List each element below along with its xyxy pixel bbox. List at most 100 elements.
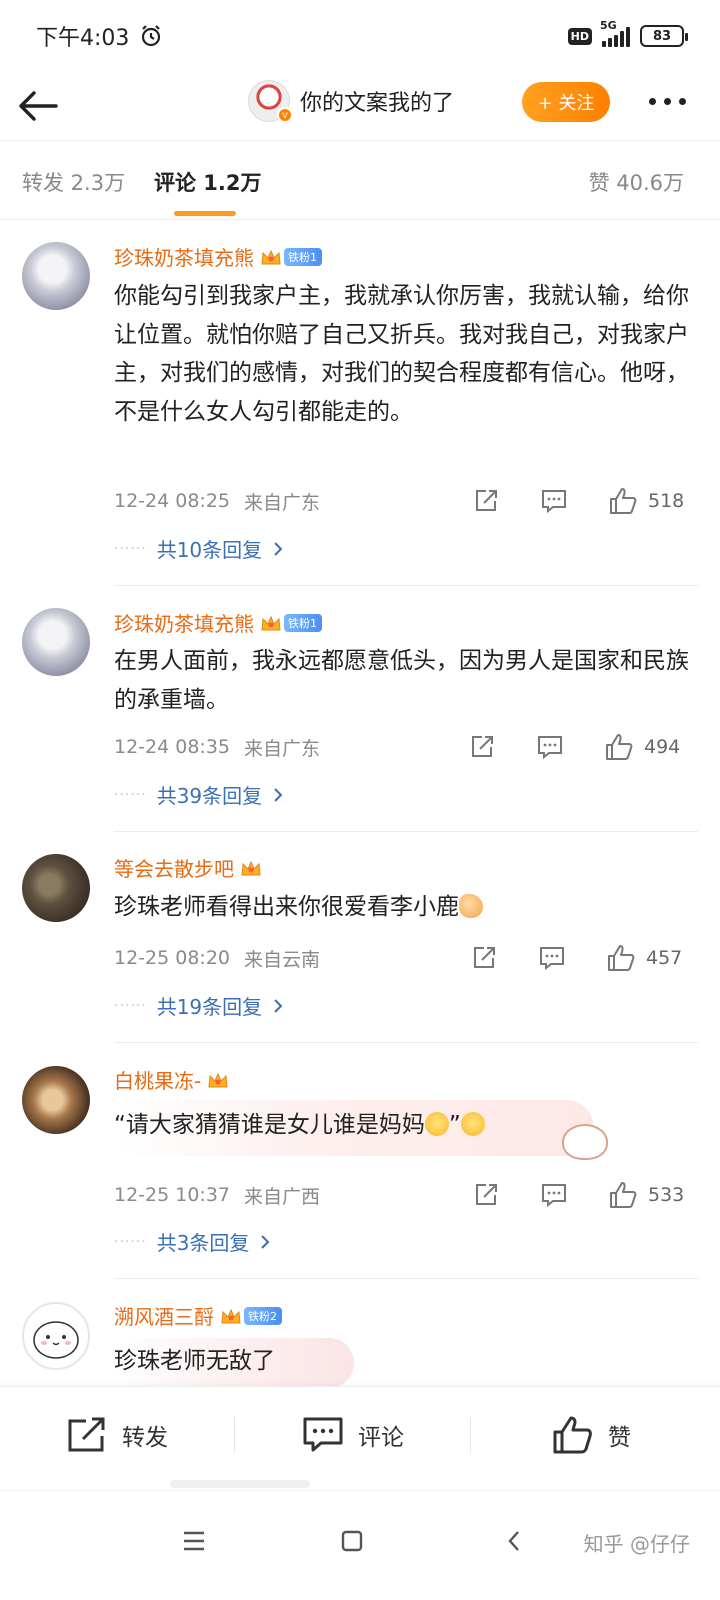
network-type: 5G [600,19,617,32]
divider [114,1278,698,1279]
home-nav-button[interactable] [332,1521,372,1561]
user-avatar[interactable] [22,608,90,676]
comment-location: 来自广东 [244,491,321,514]
battery-icon: 83 [640,25,688,47]
back-button[interactable] [18,84,62,128]
back-nav-button[interactable] [494,1521,534,1561]
reply-dots: ······ [114,1233,147,1250]
reply-count: 共3条回复 [156,1231,250,1255]
share-icon [476,1184,497,1205]
chevron-right-icon [274,787,283,802]
crown-icon [220,1307,242,1325]
view-replies-link[interactable]: ······ 共10条回复 [114,534,284,563]
comment-location: 来自云南 [244,948,321,971]
user-avatar[interactable] [22,1302,90,1370]
like-count: 533 [648,1184,685,1206]
comment-icon [303,1417,343,1452]
tab-comments[interactable]: 评论 1.2万 [154,167,262,197]
author-name[interactable]: 你的文案我的了 [300,85,454,117]
thumbs-up-icon [610,488,637,514]
thumbs-up-icon [610,1182,637,1208]
reply-button[interactable] [540,487,568,515]
crying-face-icon [424,1112,449,1136]
like-button[interactable]: 457 [606,943,682,973]
share-icon [476,490,497,511]
post-author[interactable]: v 你的文案我的了 [248,80,454,123]
comment-button[interactable]: 评论 [302,1387,404,1483]
tab-reposts[interactable]: 转发 2.3万 [22,167,125,197]
comment-label: 评论 [358,1425,404,1451]
user-avatar[interactable] [22,854,90,922]
comment-meta: 12-25 10:37 来自广西 533 [114,1180,694,1210]
reply-count: 共39条回复 [156,784,263,808]
comment-username[interactable]: 白桃果冻- [114,1065,229,1094]
repost-label: 转发 [122,1425,168,1451]
clock-text: 下午4:03 [36,26,130,51]
author-avatar[interactable]: v [248,80,293,123]
reply-button[interactable] [536,733,564,761]
username-text: 珍珠奶茶填充熊 [114,612,254,636]
tab-likes[interactable]: 赞 40.6万 [589,167,684,197]
square-home-icon [341,1530,363,1552]
comment-text: 珍珠老师看得出来你很爱看李小鹿 [114,888,694,927]
user-avatar[interactable] [22,1066,90,1134]
battery-level: 83 [652,28,672,44]
view-replies-link[interactable]: ······ 共39条回复 [114,780,284,809]
fan-badge: 铁粉1 [284,247,322,266]
comment-icon [540,947,564,971]
comment-text: 在男人面前，我永远都愿意低头，因为男人是国家和民族的承重墙。 [114,648,689,713]
share-button[interactable] [472,487,500,515]
chevron-right-icon [261,1234,270,1249]
share-icon [474,947,495,968]
username-text: 珍珠奶茶填充熊 [114,246,254,270]
comment-username[interactable]: 溯风酒三酹 铁粉2 [114,1301,282,1330]
like-count: 457 [646,947,683,969]
share-button[interactable] [472,1181,500,1209]
divider [114,1042,698,1043]
view-replies-link[interactable]: ······ 共3条回复 [114,1227,271,1256]
comment-meta: 12-24 08:25 来自广东 518 [114,486,694,516]
dot-icon [664,98,671,105]
comment-username[interactable]: 珍珠奶茶填充熊 铁粉1 [114,608,322,637]
share-button[interactable] [468,733,496,761]
comment-meta: 12-25 08:20 来自云南 457 [114,943,694,973]
flexed-biceps-icon [459,894,483,918]
comment-text: 珍珠老师无敌了 [114,1348,275,1374]
comment-icon [542,490,566,514]
follow-button[interactable]: + 关注 [522,82,610,122]
divider [114,585,698,586]
user-avatar[interactable] [22,242,90,310]
tab-bar: 转发 2.3万 评论 1.2万 赞 40.6万 [0,140,720,220]
scrolled-content-peek [170,1480,310,1488]
bottom-action-bar: 转发 评论 赞 [0,1386,720,1482]
like-post-button[interactable]: 赞 [552,1387,631,1483]
reply-button[interactable] [540,1181,568,1209]
like-button[interactable]: 494 [604,732,680,762]
comment-time: 12-25 08:20 [114,947,231,969]
comment-time: 12-24 08:25 [114,490,231,512]
fan-badge: 铁粉1 [284,613,322,632]
reply-button[interactable] [538,944,566,972]
comment-meta: 12-24 08:35 来自广东 494 [114,732,694,762]
like-count: 518 [648,490,685,512]
menu-icon [184,1531,204,1551]
repost-button[interactable]: 转发 [66,1387,168,1483]
like-button[interactable]: 518 [608,486,684,516]
like-button[interactable]: 533 [608,1180,684,1210]
comment-username[interactable]: 等会去散步吧 [114,853,262,882]
comment-location: 来自广西 [244,1185,321,1208]
view-replies-link[interactable]: ······ 共19条回复 [114,991,284,1020]
more-options-button[interactable] [649,98,686,105]
reply-dots: ······ [114,786,147,803]
crown-icon [207,1071,229,1089]
active-tab-indicator [174,211,236,216]
dot-icon [679,98,686,105]
separator [234,1417,235,1453]
comment-username[interactable]: 珍珠奶茶填充熊 铁粉1 [114,242,322,271]
alarm-icon [142,25,161,47]
username-text: 等会去散步吧 [114,857,234,881]
username-text: 白桃果冻- [114,1069,202,1093]
menu-nav-button[interactable] [174,1521,214,1561]
thumbs-up-icon [608,945,635,971]
share-button[interactable] [470,944,498,972]
